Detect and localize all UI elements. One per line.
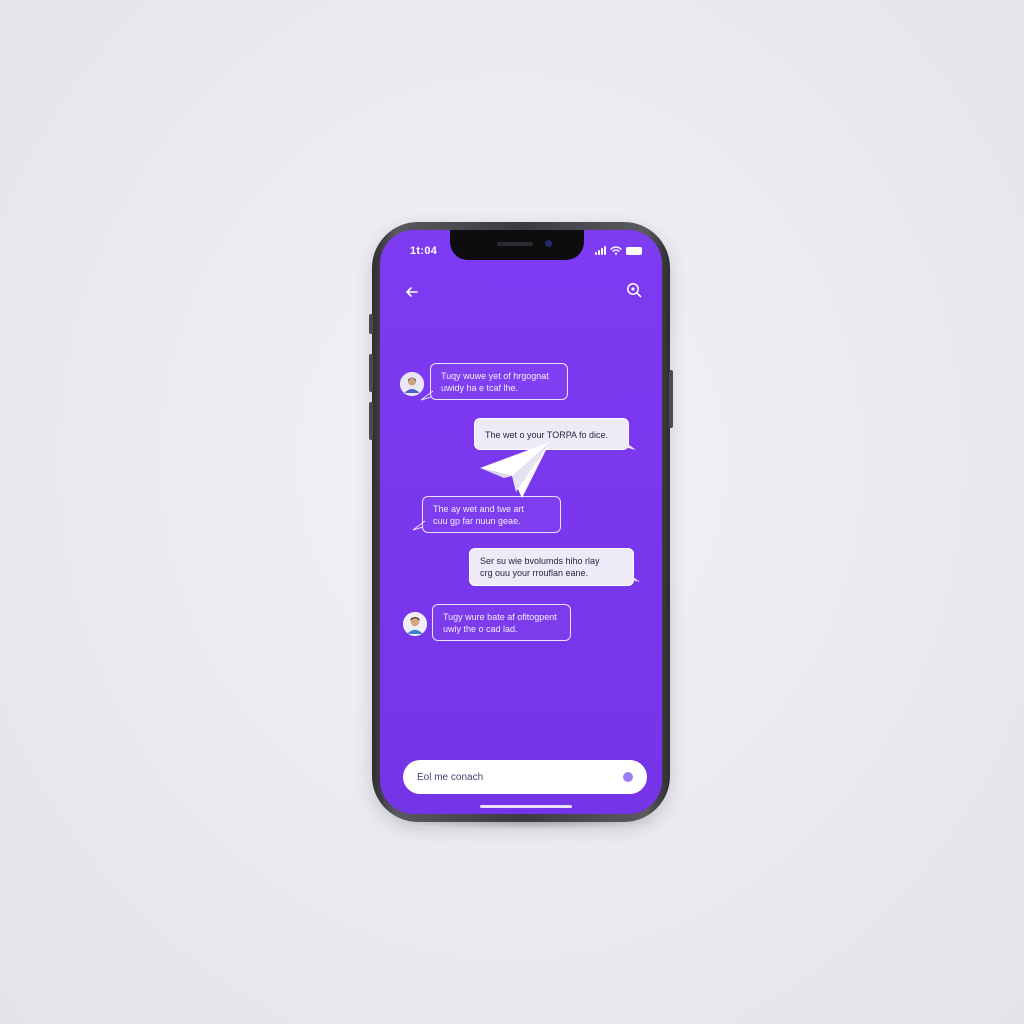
mute-switch: [369, 314, 373, 334]
message-line: uwidy ha e tcaf lhe.: [441, 383, 519, 393]
phone-device: 1t:04 Tuqy wuwe yet of hrgognat uwidy ha…: [369, 222, 673, 822]
status-icons: [595, 246, 642, 255]
arrow-left-icon: [406, 287, 418, 297]
bubble-tail: [412, 520, 426, 531]
search-icon: [627, 283, 642, 298]
wifi-icon: [610, 246, 622, 255]
message-line: Tuqy wuwe yet of hrgognat: [441, 371, 549, 381]
message-input[interactable]: [417, 771, 623, 783]
bubble-tail: [621, 439, 636, 450]
paper-plane-icon: [480, 442, 550, 498]
message-bubble-incoming[interactable]: The ay wet and twe art cuu gp far nuun g…: [422, 496, 561, 533]
volume-down-button: [369, 402, 373, 440]
scene-background: 1t:04 Tuqy wuwe yet of hrgognat uwidy ha…: [0, 0, 1024, 1024]
message-bubble-outgoing[interactable]: Ser su wie bvolumds hiho rlay crg ouu yo…: [469, 548, 634, 586]
chat-screen: 1t:04 Tuqy wuwe yet of hrgognat uwidy ha…: [380, 230, 662, 814]
message-line: The ay wet and twe art: [433, 504, 525, 514]
front-camera: [545, 240, 552, 247]
contact-avatar[interactable]: [403, 612, 427, 636]
battery-icon: [626, 246, 642, 255]
earpiece-speaker: [497, 242, 533, 246]
message-composer[interactable]: [403, 760, 647, 794]
message-line: uwiy the o cad lad.: [443, 624, 518, 634]
message-bubble-incoming[interactable]: Tuqy wuwe yet of hrgognat uwidy ha e tca…: [430, 363, 568, 400]
message-line: Tugy wure bate af ofitogpent: [443, 612, 557, 622]
message-line: Ser su wie bvolumds hiho rlay: [480, 556, 600, 566]
power-button: [669, 370, 673, 428]
bubble-tail: [420, 390, 434, 401]
back-button[interactable]: [402, 282, 422, 302]
send-dot-icon[interactable]: [623, 772, 633, 782]
signal-icon: [595, 246, 606, 255]
notch: [450, 230, 584, 260]
message-line: cuu gp far nuun geae.: [433, 516, 521, 526]
message-line: The wet o your TORPA fo dice.: [485, 430, 609, 440]
volume-up-button: [369, 354, 373, 392]
status-time: 1t:04: [410, 245, 438, 257]
bubble-tail: [625, 571, 640, 582]
person-icon: [403, 612, 427, 636]
message-line: crg ouu your rrouflan eane.: [480, 568, 589, 578]
home-indicator[interactable]: [480, 805, 572, 808]
search-button[interactable]: [624, 280, 644, 300]
message-bubble-incoming[interactable]: Tugy wure bate af ofitogpent uwiy the o …: [432, 604, 571, 641]
